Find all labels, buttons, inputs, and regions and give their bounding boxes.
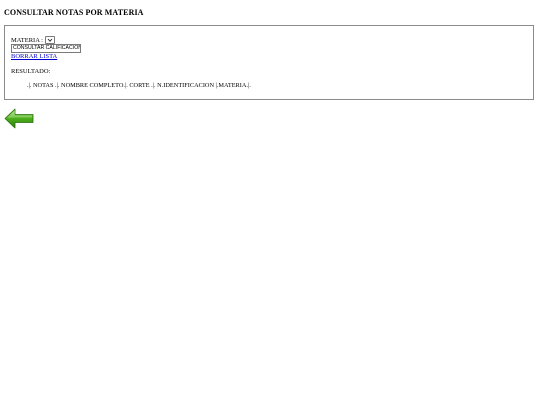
borrar-lista-link[interactable]: BORRAR LISTA [11, 53, 57, 60]
query-panel: MATERIA : CONSULTAR CALIFICACIONES BORRA… [4, 25, 534, 100]
materia-label: MATERIA : [11, 36, 43, 44]
chevron-down-icon [47, 38, 53, 42]
result-table-header: .|. NOTAS .|. NOMBRE COMPLETO.|. CORTE .… [27, 82, 251, 89]
consultar-calificaciones-button[interactable]: CONSULTAR CALIFICACIONES [11, 44, 81, 53]
page: CONSULTAR NOTAS POR MATERIA MATERIA : CO… [0, 0, 540, 405]
left-arrow-icon[interactable] [4, 107, 34, 130]
materia-row: MATERIA : [11, 36, 55, 44]
page-title: CONSULTAR NOTAS POR MATERIA [4, 8, 144, 17]
resultado-label: RESULTADO: [11, 68, 51, 75]
materia-select[interactable] [44, 36, 55, 44]
